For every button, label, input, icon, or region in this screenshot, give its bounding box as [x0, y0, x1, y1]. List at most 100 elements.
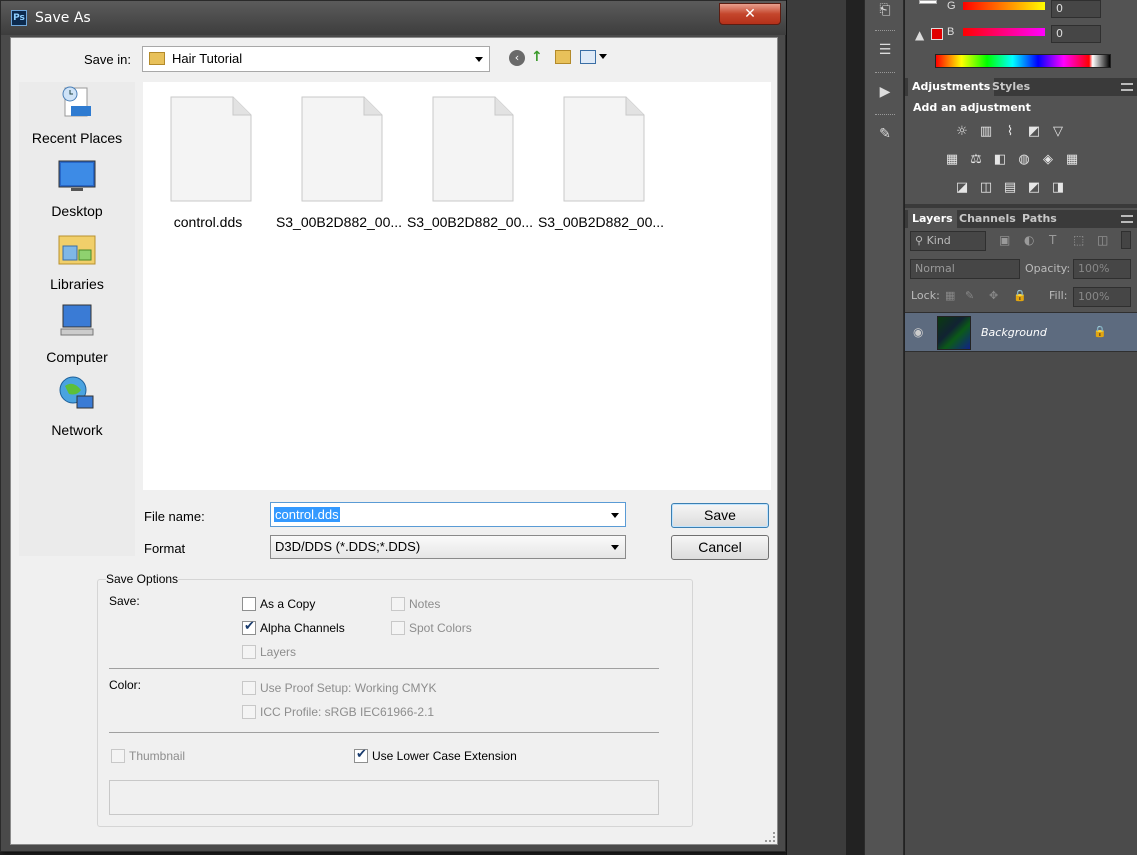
dialog-titlebar[interactable]: Ps Save As ✕ [1, 1, 787, 35]
opacity-field[interactable]: 100% [1073, 259, 1131, 279]
history-brush-icon[interactable]: ⎗ [875, 0, 895, 20]
file-item[interactable]: S3_00B2D882_00... [405, 96, 535, 236]
save-button[interactable]: Save [671, 503, 769, 528]
brush-presets-icon[interactable]: ✎ [875, 124, 895, 144]
alpha-channels-checkbox[interactable]: ✔ [242, 619, 256, 635]
foreground-swatch[interactable] [919, 0, 937, 4]
lower-case-extension-checkbox[interactable]: ✔ [354, 747, 368, 763]
curves-icon[interactable]: ⌇ [1001, 124, 1019, 140]
panel-menu-icon[interactable] [1121, 83, 1133, 91]
panel-menu-icon[interactable] [1121, 215, 1133, 223]
thumbnail-checkbox[interactable] [111, 749, 125, 763]
lock-position-icon[interactable]: ✥ [989, 289, 998, 302]
layers-empty-area [905, 352, 1137, 855]
file-document-icon [563, 96, 645, 202]
color-balance-icon[interactable]: ⚖ [967, 152, 985, 168]
filter-type-icon[interactable]: T [1049, 233, 1056, 247]
file-list: control.dds S3_00B2D882_00... S3_00B2D88… [143, 82, 771, 490]
file-name: S3_00B2D882_00... [406, 214, 534, 230]
black-white-icon[interactable]: ◧ [991, 152, 1009, 168]
place-computer[interactable]: Computer [19, 301, 135, 374]
chevron-down-icon[interactable] [611, 512, 619, 518]
photoshop-app-icon: Ps [11, 10, 27, 26]
view-dropdown-arrow-icon[interactable] [599, 54, 607, 59]
channel-mixer-icon[interactable]: ◈ [1039, 152, 1057, 168]
selective-color-icon[interactable]: ◨ [1049, 180, 1067, 196]
brightness-icon[interactable]: ☼ [953, 124, 971, 140]
lock-image-icon[interactable]: ✎ [965, 289, 974, 302]
place-network[interactable]: Network [19, 374, 135, 447]
dock-grip[interactable] [875, 72, 895, 74]
layer-filter-kind[interactable]: ⚲ Kind [910, 231, 986, 251]
invert-icon[interactable]: ◪ [953, 180, 971, 196]
save-options-group: Save Options Save: As a Copy Notes ✔ Alp… [97, 572, 693, 827]
spot-colors-checkbox[interactable] [391, 621, 405, 635]
file-item[interactable]: S3_00B2D882_00... [274, 96, 404, 236]
up-folder-icon[interactable]: ↑ [531, 49, 547, 65]
filter-adjustment-icon[interactable]: ◐ [1024, 233, 1034, 247]
format-select[interactable]: D3D/DDS (*.DDS;*.DDS) [270, 535, 626, 559]
layer-row-background[interactable]: ◉ Background 🔒 [905, 312, 1137, 352]
place-label: Desktop [51, 203, 103, 219]
place-recent-places[interactable]: Recent Places [19, 82, 135, 155]
filter-toggle[interactable] [1121, 231, 1131, 249]
filter-shape-icon[interactable]: ⬚ [1073, 233, 1084, 247]
lock-transparent-icon[interactable]: ▦ [945, 289, 955, 302]
tab-adjustments[interactable]: Adjustments [908, 78, 995, 96]
b-slider[interactable] [963, 28, 1045, 36]
adjustments-tabbar: Adjustments Styles [905, 78, 1137, 96]
back-icon[interactable]: ‹ [509, 50, 525, 66]
layers-label: Layers [260, 645, 297, 659]
save-in-dropdown[interactable]: Hair Tutorial [142, 46, 490, 72]
gamut-warning-icon: ▲ [915, 28, 925, 42]
search-icon: ⚲ [915, 234, 927, 247]
use-proof-setup-checkbox[interactable] [242, 681, 256, 695]
cancel-button[interactable]: Cancel [671, 535, 769, 560]
screen: Ps Save As ✕ Save in: Hair Tutorial ‹ ↑ … [0, 0, 1137, 855]
blend-mode-select[interactable]: Normal [910, 259, 1020, 279]
filter-smart-object-icon[interactable]: ◫ [1097, 233, 1108, 247]
as-a-copy-checkbox[interactable] [242, 597, 256, 611]
hue-saturation-icon[interactable]: ▦ [943, 152, 961, 168]
vibrance-icon[interactable]: ▽ [1049, 124, 1067, 140]
threshold-icon[interactable]: ▤ [1001, 180, 1019, 196]
b-value-field[interactable]: 0 [1051, 25, 1101, 43]
color-spectrum-ramp[interactable] [935, 54, 1111, 68]
levels-icon[interactable]: ▥ [977, 124, 995, 140]
fill-field[interactable]: 100% [1073, 287, 1131, 307]
layers-tabbar: Layers Channels Paths [905, 210, 1137, 228]
notes-checkbox[interactable] [391, 597, 405, 611]
play-actions-icon[interactable]: ▶ [875, 82, 895, 102]
layers-checkbox[interactable] [242, 645, 256, 659]
posterize-icon[interactable]: ◫ [977, 180, 995, 196]
sliders-icon[interactable]: ☰ [875, 40, 895, 60]
g-value-field[interactable]: 0 [1051, 0, 1101, 18]
lock-all-icon[interactable]: 🔒 [1013, 289, 1027, 302]
lock-label: Lock: [911, 289, 940, 302]
file-item[interactable]: control.dds [143, 96, 273, 236]
tab-layers[interactable]: Layers [908, 210, 957, 228]
color-lookup-icon[interactable]: ▦ [1063, 152, 1081, 168]
dock-grip[interactable] [875, 30, 895, 32]
icc-profile-checkbox[interactable] [242, 705, 256, 719]
filter-pixel-icon[interactable]: ▣ [999, 233, 1010, 247]
place-desktop[interactable]: Desktop [19, 155, 135, 228]
g-slider[interactable] [963, 2, 1045, 10]
place-libraries[interactable]: Libraries [19, 228, 135, 301]
gradient-map-icon[interactable]: ◩ [1025, 180, 1043, 196]
dock-grip[interactable] [875, 114, 895, 116]
photo-filter-icon[interactable]: ◍ [1015, 152, 1033, 168]
view-menu-icon[interactable] [580, 50, 596, 64]
file-item[interactable]: S3_00B2D882_00... [536, 96, 666, 236]
new-folder-icon[interactable] [555, 50, 571, 64]
exposure-icon[interactable]: ◩ [1025, 124, 1043, 140]
gamut-color-swatch[interactable] [931, 28, 943, 40]
tab-channels[interactable]: Channels [955, 210, 1020, 228]
tab-paths[interactable]: Paths [1018, 210, 1061, 228]
tab-styles[interactable]: Styles [988, 78, 1034, 96]
resize-grip-icon[interactable] [765, 832, 775, 842]
file-name-input[interactable]: control.dds [270, 502, 626, 527]
network-icon [59, 376, 94, 409]
close-button[interactable]: ✕ [719, 3, 781, 25]
visibility-eye-icon[interactable]: ◉ [913, 325, 923, 339]
